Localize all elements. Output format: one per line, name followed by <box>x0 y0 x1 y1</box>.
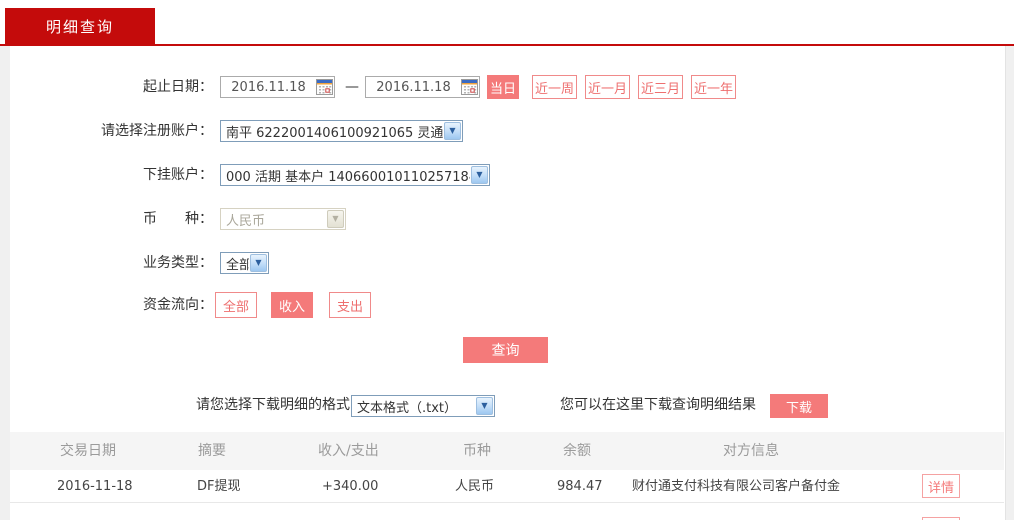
business-type-label: 业务类型： <box>143 255 213 271</box>
header-amount: 收入/支出 <box>318 443 379 459</box>
chevron-down-icon: ▼ <box>471 166 488 184</box>
sub-account-label: 下挂账户： <box>143 167 213 183</box>
download-button[interactable]: 下载 <box>770 394 828 418</box>
chevron-down-icon: ▼ <box>476 397 493 415</box>
date-to-value: 2016.11.18 <box>376 79 451 95</box>
header-currency: 币种 <box>463 443 491 459</box>
date-separator: — <box>345 79 359 95</box>
header-balance: 余额 <box>563 443 591 459</box>
download-format-label: 请您选择下载明细的格式 <box>196 397 350 413</box>
cell-summary: DF提现 <box>197 479 241 494</box>
sub-account-select[interactable]: 000 活期 基本户 1406600101102571848 ▼ <box>220 164 490 186</box>
quick-range-month-button[interactable]: 近一月 <box>585 75 630 99</box>
register-account-label: 请选择注册账户： <box>101 123 213 139</box>
flow-expense-button[interactable]: 支出 <box>329 292 371 318</box>
detail-button[interactable]: 详情 <box>922 474 960 498</box>
chevron-down-icon: ▼ <box>444 122 461 140</box>
currency-value: 人民币 <box>226 213 266 229</box>
query-button[interactable]: 查询 <box>463 337 548 363</box>
fund-flow-label: 资金流向： <box>143 297 213 313</box>
chevron-down-icon: ▼ <box>327 210 344 228</box>
quick-range-today-button[interactable]: 当日 <box>487 75 519 99</box>
table-row: 2016-11-18 DF提现 +340.00 人民币 984.47 财付通支付… <box>10 470 1004 503</box>
calendar-icon[interactable] <box>316 79 333 95</box>
chevron-down-icon: ▼ <box>250 254 267 272</box>
business-type-row: 业务类型： 全部 ▼ <box>0 250 1014 276</box>
flow-income-button[interactable]: 收入 <box>271 292 313 318</box>
table-row-partial: 详情 <box>10 504 1004 520</box>
date-from-value: 2016.11.18 <box>231 79 306 95</box>
header-trade-date: 交易日期 <box>60 443 116 459</box>
sub-account-value: 000 活期 基本户 1406600101102571848 <box>226 169 470 185</box>
cell-trade-date: 2016-11-18 <box>57 479 133 494</box>
date-range-label: 起止日期： <box>143 79 213 95</box>
header-counterparty: 对方信息 <box>723 443 779 459</box>
register-account-select[interactable]: 南平 6222001406100921065 灵通卡 ▼ <box>220 120 463 142</box>
currency-select: 人民币 ▼ <box>220 208 346 230</box>
currency-row: 币 种： 人民币 ▼ <box>0 206 1014 232</box>
quick-range-week-button[interactable]: 近一周 <box>532 75 577 99</box>
detail-query-page: 明细查询 起止日期： 2016.11.18 — 2016.11.18 当日 近一… <box>0 0 1014 520</box>
currency-label: 币 种： <box>143 211 213 227</box>
sub-account-row: 下挂账户： 000 活期 基本户 1406600101102571848 ▼ <box>0 162 1014 188</box>
quick-range-year-button[interactable]: 近一年 <box>691 75 736 99</box>
cell-counterparty: 财付通支付科技有限公司客户备付金 <box>632 479 841 494</box>
tab-detail-query[interactable]: 明细查询 <box>5 8 155 44</box>
date-to-input[interactable]: 2016.11.18 <box>365 76 480 98</box>
business-type-value: 全部 <box>226 257 249 273</box>
table-header: 交易日期 摘要 收入/支出 币种 余额 对方信息 <box>10 432 1004 470</box>
download-format-value: 文本格式（.txt） <box>357 400 458 416</box>
register-account-value: 南平 6222001406100921065 灵通卡 <box>226 125 443 141</box>
quick-range-quarter-button[interactable]: 近三月 <box>638 75 683 99</box>
fund-flow-row: 资金流向： 全部 收入 支出 <box>0 292 1014 318</box>
calendar-icon[interactable] <box>461 79 478 95</box>
download-hint: 您可以在这里下载查询明细结果 <box>560 397 756 413</box>
cell-currency: 人民币 <box>455 479 495 494</box>
cell-balance: 984.47 <box>557 479 603 494</box>
header-summary: 摘要 <box>198 443 226 459</box>
business-type-select[interactable]: 全部 ▼ <box>220 252 269 274</box>
register-account-row: 请选择注册账户： 南平 6222001406100921065 灵通卡 ▼ <box>0 118 1014 144</box>
tab-underline <box>0 44 1014 46</box>
date-from-input[interactable]: 2016.11.18 <box>220 76 335 98</box>
date-range-row: 起止日期： 2016.11.18 — 2016.11.18 当日 近一周 近一月… <box>0 74 1014 100</box>
flow-all-button[interactable]: 全部 <box>215 292 257 318</box>
download-format-select[interactable]: 文本格式（.txt） ▼ <box>351 395 495 417</box>
cell-amount: +340.00 <box>322 479 379 494</box>
tab-label: 明细查询 <box>45 17 114 36</box>
